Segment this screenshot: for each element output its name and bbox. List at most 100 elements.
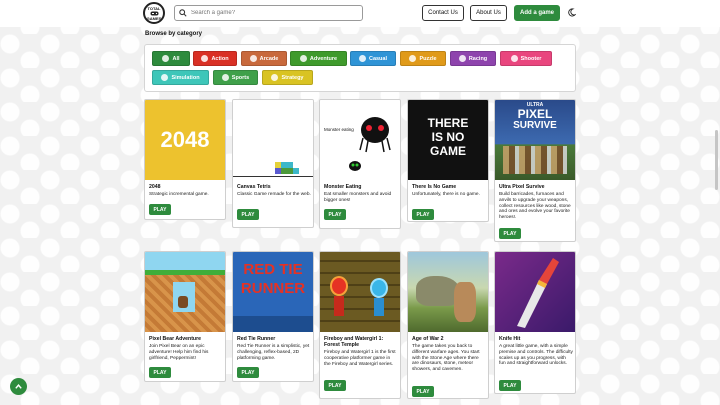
thumbnail-line: THERE	[427, 116, 469, 130]
game-title[interactable]: 2048	[149, 184, 223, 190]
fist-icon	[201, 55, 209, 62]
game-title[interactable]: There Is No Game	[412, 184, 486, 190]
game-card-pixel-bear-adventure[interactable]: Pixel Bear Adventure Join Pixel Bear on …	[144, 251, 226, 382]
game-thumbnail-monster-eating[interactable]: Monster eating	[320, 100, 400, 180]
category-action-button[interactable]: Action	[193, 51, 237, 66]
watergirl-head	[370, 278, 388, 298]
game-description: Eat smaller monsters and avoid bigger on…	[324, 192, 392, 203]
joystick-icon	[249, 55, 257, 62]
play-button[interactable]: PLAY	[149, 204, 171, 215]
game-description: Classic Game remade for the web.	[237, 192, 311, 197]
game-description: Build barricades, furnaces and anvils to…	[499, 192, 571, 221]
thumbnail-line: GAME	[430, 144, 466, 158]
game-card-red-tie-runner[interactable]: RED TIE RUNNER Red Tie Runner Red Tie Ru…	[232, 251, 314, 382]
tetris-block	[293, 168, 299, 174]
grass-strip	[145, 270, 225, 275]
game-card-2048[interactable]: 2048 2048 Strategic incremental game. PL…	[144, 99, 226, 220]
controller-icon	[358, 55, 366, 62]
game-card-knife-hit[interactable]: Knife Hit A great little game, with a si…	[494, 251, 576, 394]
play-button[interactable]: PLAY	[412, 209, 434, 220]
game-title[interactable]: Pixel Bear Adventure	[149, 336, 223, 342]
game-title[interactable]: Ultra Pixel Survive	[499, 184, 573, 190]
game-card-fireboy-watergirl[interactable]: Fireboy and Watergirl 1: Forest Temple F…	[319, 251, 401, 399]
thumbnail-line: PIXEL	[517, 107, 553, 121]
category-label: All	[172, 55, 180, 62]
game-card-there-is-no-game[interactable]: THERE IS NO GAME There Is No Game Unfort…	[407, 99, 489, 222]
thumbnail-line: RED TIE	[243, 261, 303, 278]
game-description: Join Pixel Bear on an epic adventure! He…	[149, 344, 209, 361]
about-us-button[interactable]: About Us	[470, 5, 507, 21]
tetris-floor	[233, 176, 313, 177]
ball-icon	[221, 74, 229, 81]
watergirl-body	[374, 298, 384, 316]
knife-icon	[517, 258, 559, 328]
search-icon	[179, 9, 187, 17]
category-panel: All Action Arcade Adventure Casual Puzzl…	[144, 44, 576, 92]
category-label: Sports	[231, 74, 250, 81]
game-description: The game takes you back to different war…	[412, 344, 480, 373]
game-thumbnail-fireboy-watergirl[interactable]	[320, 252, 400, 332]
game-title[interactable]: Canvas Tetris	[237, 184, 311, 190]
category-strategy-button[interactable]: Strategy	[262, 70, 313, 85]
category-simulation-button[interactable]: Simulation	[152, 70, 209, 85]
game-title[interactable]: Red Tie Runner	[237, 336, 311, 342]
play-button[interactable]: PLAY	[499, 380, 521, 391]
game-card-age-of-war-2[interactable]: Age of War 2 The game takes you back to …	[407, 251, 489, 399]
game-description: Red Tie Runner is a simplistic, yet chal…	[237, 344, 310, 361]
play-button[interactable]: PLAY	[149, 367, 171, 378]
monster-illustration	[359, 117, 391, 153]
thumbnail-line: SURVIVE	[513, 120, 557, 131]
contact-us-button[interactable]: Contact Us	[422, 5, 464, 21]
category-arcade-button[interactable]: Arcade	[241, 51, 287, 66]
game-description: Strategic incremental game.	[149, 192, 209, 197]
game-thumbnail-pixel-bear-adventure[interactable]	[145, 252, 225, 332]
game-title[interactable]: Fireboy and Watergirl 1: Forest Temple	[324, 336, 398, 349]
hero-crowd-art	[503, 146, 567, 174]
play-button[interactable]: PLAY	[237, 209, 259, 220]
search-box[interactable]	[174, 5, 363, 21]
category-label: Puzzle	[419, 55, 437, 62]
thumbnail-text: THERE IS NO GAME	[414, 116, 482, 158]
dark-mode-toggle-icon[interactable]	[567, 8, 576, 17]
page-scrollbar[interactable]	[715, 130, 718, 190]
target-icon	[510, 55, 518, 62]
search-input[interactable]	[191, 10, 361, 16]
chevron-up-icon	[15, 384, 22, 389]
site-logo[interactable]: TOTAL GAMES	[143, 2, 165, 24]
game-thumbnail-ultra-pixel-survive[interactable]: ULTRA PIXEL SURVIVE	[495, 100, 575, 180]
add-game-button[interactable]: Add a game	[514, 5, 560, 21]
category-label: Casual	[368, 55, 388, 62]
game-title[interactable]: Knife Hit	[499, 336, 573, 342]
category-all-button[interactable]: All	[152, 51, 190, 66]
category-label: Action	[211, 55, 229, 62]
grid-icon	[162, 55, 170, 62]
category-puzzle-button[interactable]: Puzzle	[400, 51, 446, 66]
game-title[interactable]: Age of War 2	[412, 336, 486, 342]
game-thumbnail-2048[interactable]: 2048	[145, 100, 225, 180]
gear-icon	[161, 74, 169, 81]
play-button[interactable]: PLAY	[412, 386, 434, 397]
game-title[interactable]: Monster Eating	[324, 184, 398, 190]
car-icon	[458, 55, 466, 62]
game-card-canvas-tetris[interactable]: Canvas Tetris Classic Game remade for th…	[232, 99, 314, 228]
category-sports-button[interactable]: Sports	[213, 70, 258, 85]
category-racing-button[interactable]: Racing	[450, 51, 496, 66]
game-thumbnail-red-tie-runner[interactable]: RED TIE RUNNER	[233, 252, 313, 332]
game-thumbnail-there-is-no-game[interactable]: THERE IS NO GAME	[408, 100, 488, 180]
game-thumbnail-canvas-tetris[interactable]	[233, 100, 313, 180]
game-thumbnail-age-of-war-2[interactable]	[408, 252, 488, 332]
category-casual-button[interactable]: Casual	[350, 51, 396, 66]
game-card-monster-eating[interactable]: Monster eating Monster Eating Eat smalle…	[319, 99, 401, 229]
play-button[interactable]: PLAY	[324, 209, 346, 220]
scroll-to-top-button[interactable]	[10, 378, 27, 395]
game-description: Unfortunately, there is no game.	[412, 192, 480, 197]
play-button[interactable]: PLAY	[237, 367, 259, 378]
logo-text-bottom: GAMES	[146, 15, 162, 21]
category-adventure-button[interactable]: Adventure	[290, 51, 347, 66]
category-shooter-button[interactable]: Shooter	[500, 51, 552, 66]
floor	[233, 316, 313, 332]
game-card-ultra-pixel-survive[interactable]: ULTRA PIXEL SURVIVE Ultra Pixel Survive …	[494, 99, 576, 242]
play-button[interactable]: PLAY	[499, 228, 521, 239]
game-thumbnail-knife-hit[interactable]	[495, 252, 575, 332]
play-button[interactable]: PLAY	[324, 380, 346, 391]
